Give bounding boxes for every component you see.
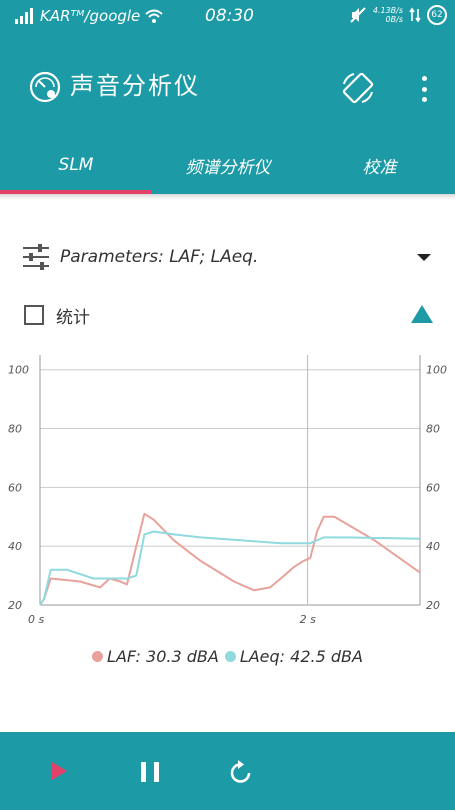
legend-dot-laf (92, 650, 104, 662)
y-tick-label-right-60: 60 (426, 481, 440, 494)
tab-spectrum-analyzer[interactable]: 频谱分析仪 (152, 136, 304, 194)
y-tick-label-right-80: 80 (426, 423, 440, 436)
y-tick-label-right-40: 40 (426, 540, 440, 553)
carrier-name: KARᵀᴹ/google (40, 7, 141, 25)
status-bar: KARᵀᴹ/google 08:30 4.13B/s 0B/s 62 (0, 0, 455, 36)
legend-item-laf: LAF: 30.3 dBA (92, 647, 219, 666)
clock: 08:30 (205, 6, 254, 26)
app-title: 声音分析仪 (70, 72, 200, 100)
legend-dot-laeq (224, 650, 236, 662)
network-speed: 4.13B/s 0B/s (372, 6, 403, 24)
statistics-label: 统计 (56, 307, 90, 328)
parameters-label: Parameters: LAF; LAeq. (60, 247, 259, 267)
chart-legend: LAF: 30.3 dBA LAeq: 42.5 dBA (0, 642, 455, 670)
overflow-menu-icon[interactable] (414, 72, 434, 106)
y-tick-label-left-40: 40 (8, 540, 22, 553)
x-tick-label-2: 2 s (300, 613, 316, 626)
legend-label-laeq: LAeq: 42.5 dBA (239, 646, 363, 666)
y-tick-label-left-20: 20 (8, 599, 22, 612)
y-tick-label-left-60: 60 (8, 481, 22, 494)
battery-indicator: 62 (427, 5, 447, 25)
play-icon[interactable] (52, 762, 67, 780)
sliders-icon (23, 244, 49, 270)
y-tick-label-left-80: 80 (8, 423, 22, 436)
mute-icon (350, 7, 366, 23)
pause-icon[interactable] (141, 762, 159, 782)
legend-item-laeq: LAeq: 42.5 dBA (224, 646, 363, 666)
statistics-row: 统计 (24, 300, 439, 330)
screen-rotation-icon[interactable] (340, 70, 376, 106)
signal-icon (15, 8, 33, 24)
reset-icon[interactable] (228, 759, 254, 785)
x-tick-label-0: 0 s (28, 613, 44, 626)
parameters-selector[interactable]: Parameters: LAF; LAeq. (22, 240, 437, 274)
statistics-checkbox[interactable] (24, 305, 44, 325)
series-line-laeq (39, 530, 421, 606)
wifi-icon (145, 9, 163, 23)
y-tick-label-right-100: 100 (426, 364, 447, 377)
collapse-arrow-icon[interactable] (411, 305, 433, 323)
y-tick-label-left-100: 100 (8, 364, 29, 377)
playback-controls (0, 732, 455, 810)
tab-calibration[interactable]: 校准 (304, 136, 455, 194)
legend-label-laf: LAF: 30.3 dBA (107, 646, 219, 666)
tab-slm[interactable]: SLM (0, 136, 152, 194)
series-line-laf (39, 512, 421, 606)
sound-level-chart: 20 20 40 40 60 60 80 80 100 100 0 s 2 s (8, 355, 447, 626)
tab-bar: SLM 频谱分析仪 校准 (0, 136, 455, 194)
data-transfer-icon (409, 7, 421, 23)
sound-meter-logo-icon (29, 71, 61, 103)
y-tick-label-right-20: 20 (426, 599, 440, 612)
dropdown-arrow-icon[interactable] (417, 254, 431, 261)
app-bar: 声音分析仪 (0, 36, 455, 136)
